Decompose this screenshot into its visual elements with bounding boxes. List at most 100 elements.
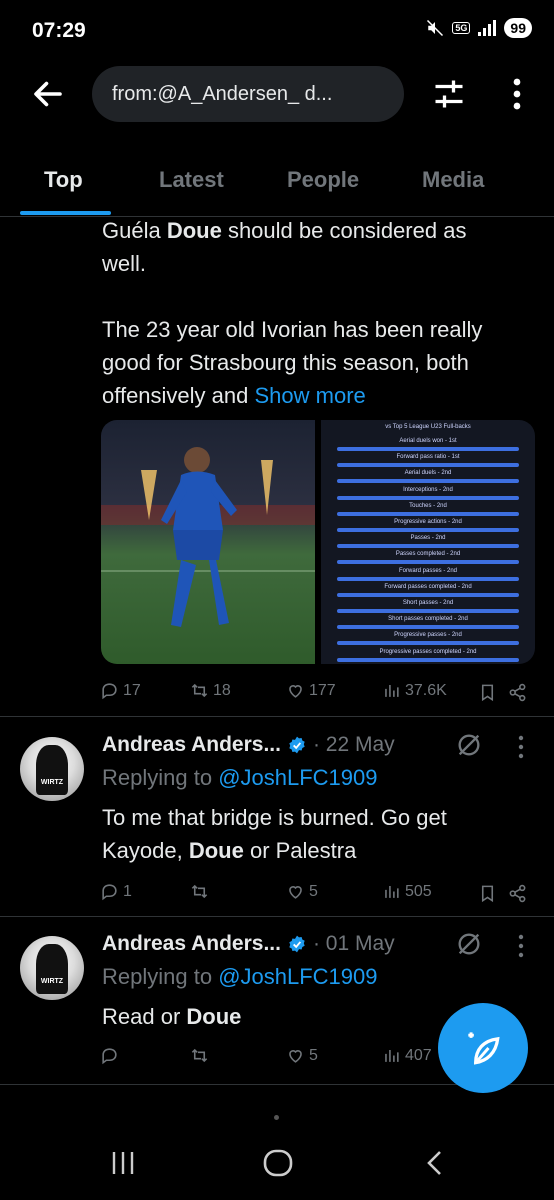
like-count: 5 [309, 1046, 318, 1064]
tweet-actions: 1 5 505 [100, 882, 530, 908]
tweet-text[interactable]: Guéla Doue should be considered as well. [102, 214, 466, 280]
author-name[interactable]: Andreas Anders... [102, 932, 281, 956]
repost-button[interactable]: 18 [190, 681, 231, 700]
author-name[interactable]: Andreas Anders... [102, 733, 281, 757]
stat-bar [337, 657, 519, 662]
tweet-more-icon[interactable] [516, 933, 526, 959]
like-button[interactable]: 5 [286, 1046, 318, 1065]
tweet-date[interactable]: · 01 May [313, 932, 395, 956]
tab-people[interactable]: People [287, 167, 359, 193]
back-arrow-icon[interactable] [30, 76, 66, 112]
views-icon [385, 684, 399, 697]
reply-icon [102, 683, 117, 700]
mention-link[interactable]: @JoshLFC1909 [218, 765, 377, 790]
stat-label: Passes - 2nd [410, 535, 446, 542]
stat-bar [337, 495, 519, 500]
search-input[interactable]: from:@A_Andersen_ d... [92, 66, 404, 122]
like-button[interactable]: 177 [286, 681, 336, 700]
tab-top[interactable]: Top [44, 167, 83, 193]
avatar-text: WIRTZ [40, 779, 64, 786]
back-nav-icon[interactable] [424, 1149, 446, 1177]
player-illustration [101, 447, 315, 627]
compose-post-button[interactable] [438, 1003, 528, 1093]
share-icon[interactable] [508, 683, 527, 702]
repost-button[interactable] [190, 882, 209, 901]
reply-button[interactable]: 17 [100, 681, 141, 700]
views-button[interactable]: 407 [382, 1046, 432, 1065]
signal-icon [478, 20, 497, 36]
avatar-text: WIRTZ [40, 978, 64, 985]
divider [0, 916, 554, 917]
reply-count: 1 [123, 882, 132, 900]
stat-label: Short passes - 2nd [402, 600, 454, 606]
tweet-text[interactable]: To me that bridge is burned. Go get Kayo… [102, 801, 447, 867]
stat-label: Progressive passes completed - 2nd [379, 648, 477, 655]
reply-count: 17 [123, 681, 141, 699]
stat-label: Interceptions - 2nd [403, 486, 453, 493]
views-icon [385, 885, 399, 898]
show-more-link[interactable]: Show more [254, 383, 365, 408]
stat-bar [337, 463, 519, 468]
stat-label: Progressive actions - 2nd [394, 519, 462, 525]
tweet-media[interactable]: vs Top 5 League U23 Full-backs Aerial du… [101, 420, 535, 664]
search-tabs: Top Latest People Media [0, 150, 554, 217]
recent-apps-icon[interactable] [108, 1150, 138, 1176]
reply-icon [102, 884, 117, 901]
stat-label: Forward passes - 2nd [398, 567, 458, 574]
heart-icon [289, 685, 302, 698]
avatar[interactable]: WIRTZ [20, 936, 84, 1000]
status-icons: 5G 99 [426, 18, 532, 38]
tweet-actions: 17 18 177 37.6K [100, 681, 530, 707]
search-query: from:@A_Andersen_ d... [112, 82, 333, 105]
home-icon[interactable] [262, 1148, 294, 1178]
tab-media[interactable]: Media [422, 167, 484, 193]
divider [0, 716, 554, 717]
reply-button[interactable]: 1 [100, 882, 132, 901]
stats-graphic[interactable]: vs Top 5 League U23 Full-backs Aerial du… [321, 420, 535, 664]
stat-bar [337, 447, 519, 451]
mute-icon [427, 19, 444, 37]
stats-title: vs Top 5 League U23 Full-backs [385, 424, 471, 430]
reply-button[interactable] [100, 1046, 119, 1065]
views-count: 37.6K [405, 681, 447, 699]
status-time: 07:29 [32, 19, 86, 42]
tweet-header: Andreas Anders... · 01 May [102, 929, 395, 959]
repost-button[interactable] [190, 1046, 209, 1065]
more-options-icon[interactable] [502, 76, 532, 112]
stat-bar [337, 609, 519, 613]
tweet-more-icon[interactable] [516, 734, 526, 760]
stat-bar [337, 592, 519, 597]
tweet-date[interactable]: · 22 May [313, 733, 395, 757]
stat-bar [337, 528, 519, 532]
repost-count: 18 [213, 681, 231, 699]
share-icon[interactable] [508, 884, 527, 903]
like-count: 5 [309, 882, 318, 900]
replying-to: Replying to @JoshLFC1909 [102, 964, 378, 989]
tweet-text[interactable]: Read or Doue [102, 1000, 241, 1033]
bookmark-icon[interactable] [478, 683, 497, 702]
system-nav-bar [0, 1100, 554, 1200]
grok-icon[interactable] [455, 731, 483, 759]
filter-icon[interactable] [431, 76, 467, 112]
tweet-header: Andreas Anders... · 22 May [102, 730, 395, 760]
verified-badge-icon [289, 736, 305, 754]
views-icon [385, 1049, 399, 1062]
tweet-text-paragraph[interactable]: The 23 year old Ivorian has been really … [102, 313, 482, 412]
views-button[interactable]: 37.6K [382, 681, 447, 700]
grok-icon[interactable] [455, 930, 483, 958]
stat-label: Aerial duels won - 1st [399, 438, 457, 444]
tab-latest[interactable]: Latest [159, 167, 224, 193]
like-button[interactable]: 5 [286, 882, 318, 901]
heart-icon [289, 1050, 302, 1063]
views-button[interactable]: 505 [382, 882, 432, 901]
repost-icon [191, 1048, 208, 1063]
bookmark-icon[interactable] [478, 884, 497, 903]
compose-feather-icon [468, 1032, 500, 1065]
replying-to: Replying to @JoshLFC1909 [102, 765, 378, 790]
avatar[interactable]: WIRTZ [20, 737, 84, 801]
repost-icon [191, 683, 208, 698]
player-photo[interactable] [101, 420, 315, 664]
stat-label: Aerial duels - 2nd [404, 470, 452, 477]
mention-link[interactable]: @JoshLFC1909 [218, 964, 377, 989]
verified-badge-icon [289, 935, 305, 953]
